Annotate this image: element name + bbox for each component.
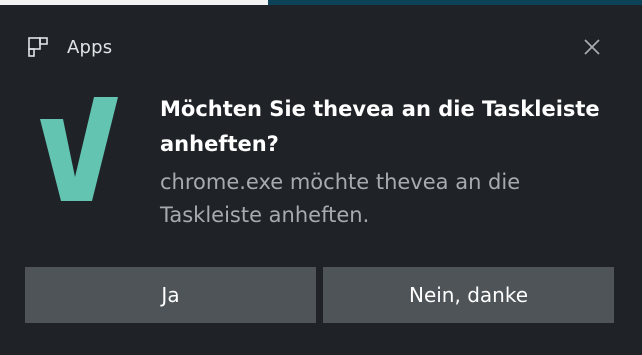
- thevea-logo: [40, 97, 118, 201]
- toast-header: Apps: [28, 35, 112, 59]
- toast-message: chrome.exe möchte thevea an die Taskleis…: [160, 170, 521, 227]
- yes-button[interactable]: Ja: [25, 267, 316, 323]
- no-thanks-button[interactable]: Nein, danke: [323, 267, 614, 323]
- toast-title: Möchten Sie thevea an die Taskleiste anh…: [160, 97, 600, 156]
- app-tile-icon: [28, 37, 48, 57]
- app-name: Apps: [67, 36, 113, 58]
- close-icon[interactable]: [582, 37, 602, 57]
